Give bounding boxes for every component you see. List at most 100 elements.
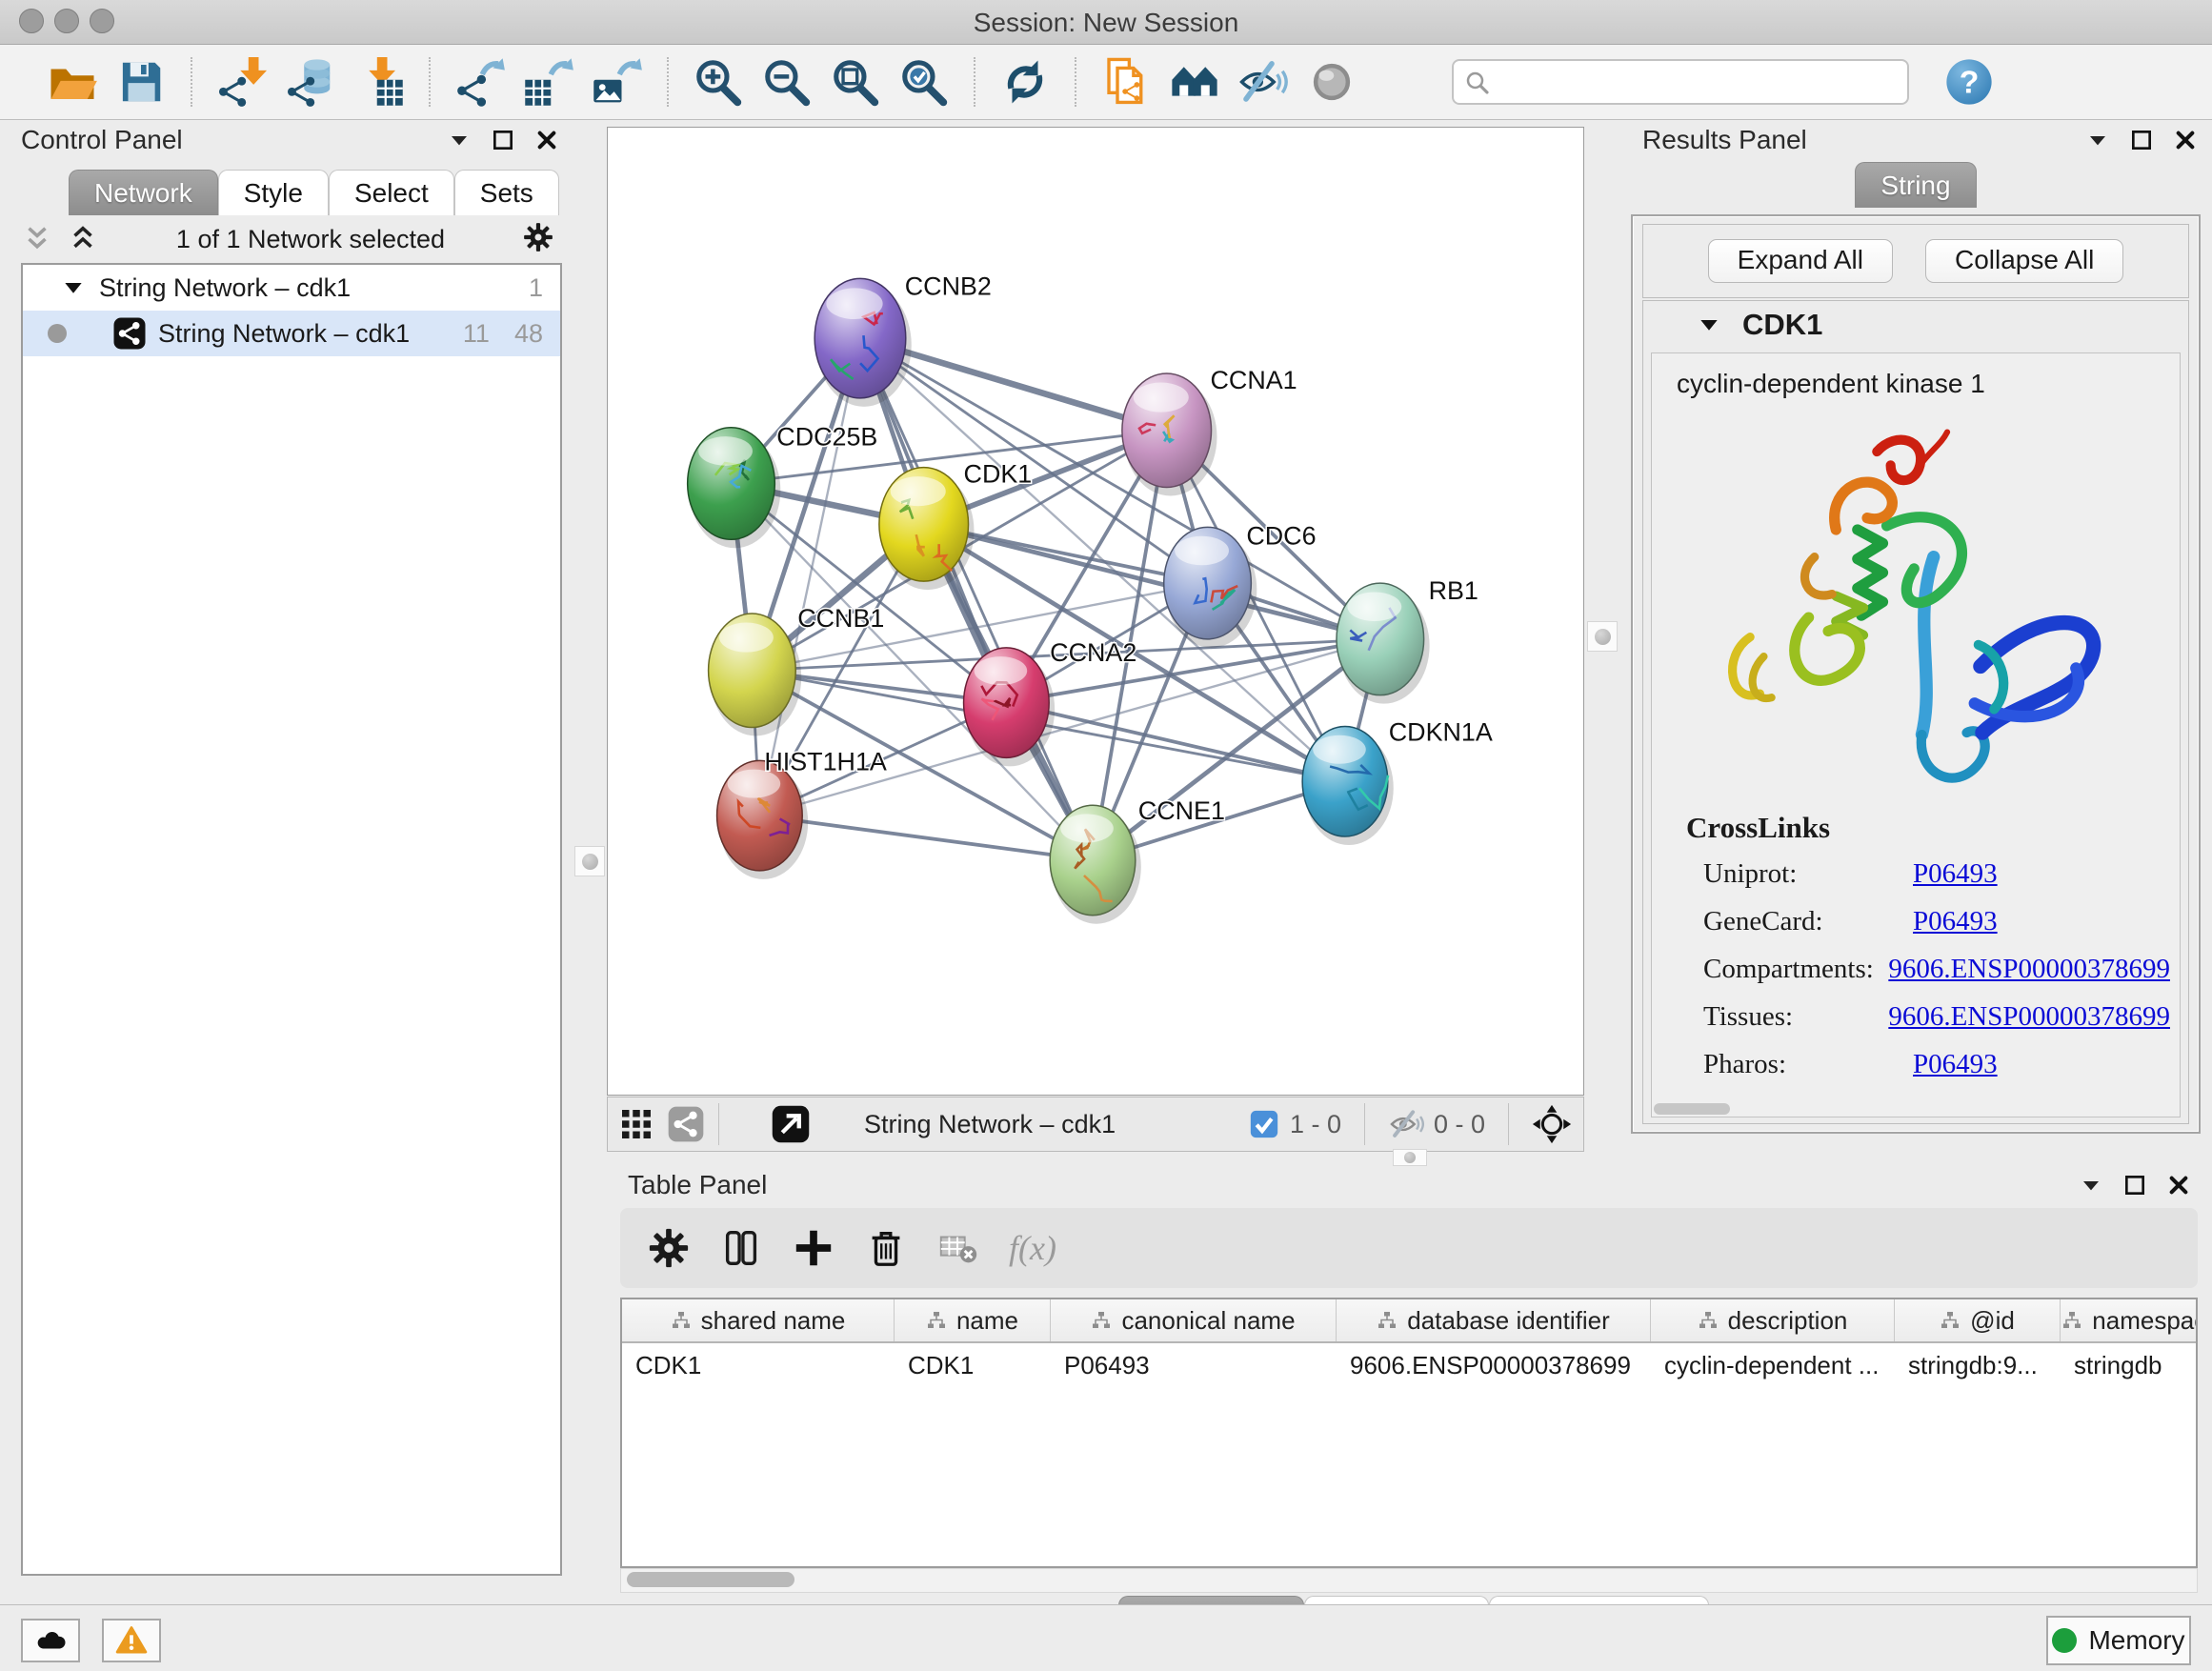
- node-RB1[interactable]: RB1: [1337, 576, 1478, 704]
- delete-column-icon[interactable]: [864, 1226, 908, 1270]
- edge-CCNE1-HIST1H1A[interactable]: [759, 815, 1093, 860]
- right-splitter-handle[interactable]: [1587, 621, 1618, 652]
- import-table-from-file-button[interactable]: [353, 56, 405, 108]
- hidden-eye-icon[interactable]: [1388, 1106, 1424, 1142]
- panel-menu-icon[interactable]: [448, 129, 471, 151]
- table-row[interactable]: CDK1CDK1P064939606.ENSP00000378699cyclin…: [622, 1343, 2196, 1387]
- edge-CCNA2-CDKN1A[interactable]: [1006, 703, 1345, 782]
- crosslink-link[interactable]: P06493: [1913, 1049, 1998, 1080]
- node-CCNE1[interactable]: CCNE1: [1050, 796, 1225, 924]
- node-CDC25B[interactable]: CDC25B: [688, 423, 878, 549]
- float-panel-icon[interactable]: [2130, 129, 2153, 151]
- table-cell[interactable]: stringdb: [2061, 1351, 2198, 1380]
- horizontal-splitter-handle[interactable]: [1393, 1149, 1427, 1166]
- table-cell[interactable]: CDK1: [622, 1351, 895, 1380]
- add-column-icon[interactable]: [792, 1226, 835, 1270]
- node-HIST1H1A[interactable]: HIST1H1A: [717, 747, 887, 879]
- network-collection-row[interactable]: String Network – cdk1 1: [23, 265, 560, 311]
- selected-checkbox-icon[interactable]: [1248, 1108, 1280, 1140]
- clone-network-button[interactable]: [1100, 56, 1152, 108]
- column-header-name[interactable]: name: [895, 1299, 1051, 1341]
- collapse-all-button[interactable]: Collapse All: [1925, 239, 2123, 283]
- edge-CCNB2-CCNE1[interactable]: [860, 338, 1093, 860]
- zoom-selected-region-button[interactable]: [898, 56, 950, 108]
- crosslink-link[interactable]: 9606.ENSP00000378699: [1888, 954, 2170, 985]
- tab-sets[interactable]: Sets: [454, 170, 559, 215]
- show-all-button[interactable]: [1306, 56, 1357, 108]
- import-network-from-file-button[interactable]: [216, 56, 268, 108]
- tab-select[interactable]: Select: [329, 170, 454, 215]
- edge-CCNB2-HIST1H1A[interactable]: [759, 338, 860, 815]
- cloud-button[interactable]: [21, 1619, 80, 1662]
- network-options-gear-icon[interactable]: [522, 221, 554, 258]
- close-panel-icon[interactable]: [535, 129, 558, 151]
- grid-view-icon[interactable]: [619, 1107, 654, 1141]
- panel-menu-icon[interactable]: [2080, 1174, 2102, 1197]
- table-cell[interactable]: cyclin-dependent ...: [1651, 1351, 1895, 1380]
- search-input[interactable]: [1452, 59, 1909, 105]
- crosslink-link[interactable]: P06493: [1913, 858, 1998, 890]
- first-neighbors-button[interactable]: [1169, 56, 1220, 108]
- help-button[interactable]: ?: [1943, 56, 1995, 108]
- open-session-button[interactable]: [47, 56, 98, 108]
- export-image-button[interactable]: [592, 56, 643, 108]
- warnings-button[interactable]: [102, 1619, 161, 1662]
- function-builder-icon[interactable]: f(x): [1009, 1228, 1056, 1268]
- gene-section-header[interactable]: CDK1: [1643, 301, 2188, 349]
- node-CCNA1[interactable]: CCNA1: [1122, 366, 1297, 496]
- table-cell[interactable]: CDK1: [895, 1351, 1051, 1380]
- network-canvas[interactable]: CCNB2CCNA1CDC25BCDK1CDC6RB1CCNB1CCNA2CDK…: [607, 127, 1584, 1096]
- node-CCNB2[interactable]: CCNB2: [814, 272, 992, 407]
- tab-string[interactable]: String: [1855, 162, 1976, 208]
- column-header-id[interactable]: @id: [1895, 1299, 2061, 1341]
- gene-disclosure-icon[interactable]: [1697, 312, 1721, 337]
- node-CCNB1[interactable]: CCNB1: [709, 604, 885, 736]
- import-network-from-database-button[interactable]: [285, 56, 336, 108]
- column-header-namespace[interactable]: namespace: [2061, 1299, 2198, 1341]
- table-cell[interactable]: P06493: [1051, 1351, 1337, 1380]
- zoom-fit-content-button[interactable]: [830, 56, 881, 108]
- crosslink-link[interactable]: 9606.ENSP00000378699: [1888, 1001, 2170, 1033]
- tab-style[interactable]: Style: [218, 170, 329, 215]
- navigator-crosshair-icon[interactable]: [1532, 1104, 1572, 1144]
- node-CDC6[interactable]: CDC6: [1164, 521, 1317, 648]
- node-CDKN1A[interactable]: CDKN1A: [1302, 717, 1493, 845]
- node-table[interactable]: shared namenamecanonical namedatabase id…: [620, 1298, 2198, 1568]
- table-settings-gear-icon[interactable]: [647, 1226, 691, 1270]
- save-session-button[interactable]: [115, 56, 167, 108]
- memory-button[interactable]: Memory: [2046, 1616, 2191, 1665]
- open-in-window-icon[interactable]: [771, 1104, 811, 1144]
- table-cell[interactable]: stringdb:9...: [1895, 1351, 2061, 1380]
- hide-selected-button[interactable]: [1237, 56, 1289, 108]
- collapse-all-icon[interactable]: [21, 223, 53, 255]
- float-panel-icon[interactable]: [492, 129, 514, 151]
- float-panel-icon[interactable]: [2123, 1174, 2146, 1197]
- results-horizontal-scrollbar[interactable]: [1654, 1103, 1730, 1115]
- network-row[interactable]: String Network – cdk1 11 48: [23, 311, 560, 356]
- crosslink-link[interactable]: P06493: [1913, 906, 1998, 937]
- zoom-out-button[interactable]: [761, 56, 813, 108]
- tab-network[interactable]: Network: [69, 170, 218, 215]
- table-cell[interactable]: 9606.ENSP00000378699: [1337, 1351, 1651, 1380]
- expand-all-button[interactable]: Expand All: [1708, 239, 1893, 283]
- network-share-icon[interactable]: [667, 1105, 705, 1143]
- column-header-shared-name[interactable]: shared name: [622, 1299, 895, 1341]
- close-panel-icon[interactable]: [2174, 129, 2197, 151]
- show-columns-icon[interactable]: [719, 1226, 763, 1270]
- export-table-button[interactable]: [523, 56, 574, 108]
- table-horizontal-scrollbar[interactable]: [620, 1568, 2198, 1593]
- export-network-button[interactable]: [454, 56, 506, 108]
- node-CDK1[interactable]: CDK1: [879, 460, 1032, 591]
- collection-disclosure-icon[interactable]: [61, 275, 86, 300]
- refresh-view-button[interactable]: [999, 56, 1051, 108]
- left-splitter-handle[interactable]: [574, 846, 605, 876]
- zoom-in-button[interactable]: [693, 56, 744, 108]
- column-header-description[interactable]: description: [1651, 1299, 1895, 1341]
- column-header-canonical-name[interactable]: canonical name: [1051, 1299, 1337, 1341]
- delete-table-icon[interactable]: [936, 1226, 980, 1270]
- expand-all-icon[interactable]: [67, 223, 99, 255]
- column-header-database-identifier[interactable]: database identifier: [1337, 1299, 1651, 1341]
- close-panel-icon[interactable]: [2167, 1174, 2190, 1197]
- scrollbar-thumb[interactable]: [627, 1572, 794, 1587]
- panel-menu-icon[interactable]: [2086, 129, 2109, 151]
